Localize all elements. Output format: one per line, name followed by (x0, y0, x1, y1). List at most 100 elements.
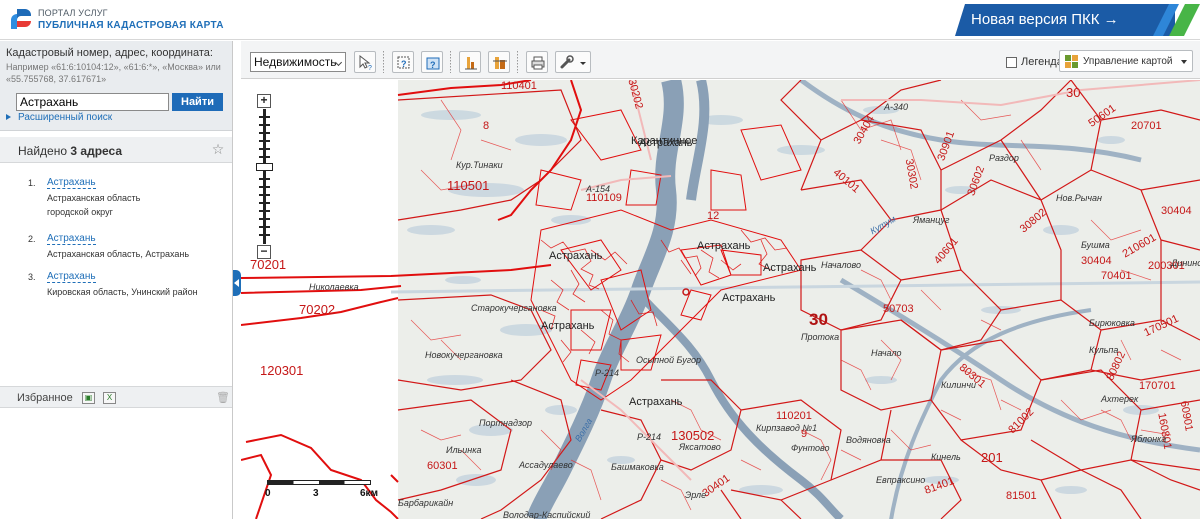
found-suffix: адреса (80, 144, 123, 158)
map-control-dropdown[interactable]: Управление картой (1059, 50, 1193, 72)
results-list: 1. Астрахань Астраханская область городс… (0, 172, 232, 304)
new-version-button[interactable]: Новая версия ПКК → (955, 4, 1200, 36)
portal-title[interactable]: ПОРТАЛ УСЛУГ (38, 8, 108, 18)
object-type-select[interactable]: Недвижимость (250, 52, 346, 72)
favorites-header: Избранное ▣ X 🗑 (0, 386, 232, 408)
place-label: Протока (801, 332, 840, 342)
scale-label: 6км (360, 488, 378, 499)
cad-label: 12 (707, 210, 720, 222)
cad-label: 70201 (250, 257, 287, 272)
select-area-button[interactable]: ? (392, 51, 414, 73)
map-control-label: Управление картой (1083, 56, 1173, 67)
object-type-value: Недвижимость (254, 55, 337, 69)
result-line: Астраханская область (47, 193, 141, 203)
road-label: А-340 (884, 102, 909, 112)
grid-icon (1065, 55, 1078, 68)
area-question-icon: ? (397, 56, 410, 69)
scale-label: 3 (313, 488, 319, 499)
place-label: Астрахань (629, 396, 683, 408)
layers-button[interactable] (488, 51, 510, 73)
search-label: Кадастровый номер, адрес, координата: (6, 47, 213, 59)
ruler-icon (465, 57, 477, 70)
header: ПОРТАЛ УСЛУГ ПУБЛИЧНАЯ КАДАСТРОВАЯ КАРТА… (0, 0, 1200, 40)
list-item[interactable]: 3. Астрахань Кировская область, Унинский… (0, 266, 232, 304)
legend-label[interactable]: Легенда (1021, 56, 1063, 68)
link-button[interactable] (555, 51, 591, 73)
cad-label: 70401 (1101, 270, 1132, 282)
cad-label: 30 (1066, 85, 1081, 100)
place-label: Николаевка (309, 282, 359, 292)
cad-label: 110201 (776, 410, 812, 422)
result-link[interactable]: Астрахань (47, 177, 96, 189)
place-label: Яксатово (679, 442, 721, 452)
place-label: Старокучергановка (471, 303, 557, 313)
cad-label: 20701 (1131, 120, 1162, 132)
trash-icon[interactable]: 🗑 (216, 391, 230, 404)
triangle-right-icon (6, 114, 11, 120)
place-label: Эрле (685, 490, 707, 500)
collapse-panel-tab[interactable] (233, 270, 241, 296)
place-label: Кульпа (1089, 345, 1119, 355)
cad-label: 30404 (1081, 255, 1112, 267)
place-label: Астрахань (549, 250, 603, 262)
import-favorites-icon[interactable]: ▣ (82, 392, 95, 404)
advanced-search-link[interactable]: Расширенный поиск (18, 112, 112, 123)
search-input[interactable] (16, 93, 169, 111)
building-question-icon: ? (426, 57, 440, 70)
search-box: Кадастровый номер, адрес, координата: На… (0, 41, 232, 131)
map-toolbar: Недвижимость ? ? ? Легенда Управление ка… (241, 41, 1200, 79)
place-label: Дининск (1171, 258, 1200, 268)
result-line: Астраханская область, Астрахань (47, 249, 190, 259)
zoom-in-button[interactable]: + (257, 94, 271, 108)
print-button[interactable] (526, 51, 548, 73)
place-label: Астрахань (697, 240, 751, 252)
scale-bar: 0 3 6км (265, 478, 378, 499)
search-button[interactable]: Найти (172, 93, 223, 111)
list-item[interactable]: 1. Астрахань Астраханская область городс… (0, 172, 232, 218)
cursor-question-icon: ? (359, 55, 372, 71)
measure-button[interactable] (459, 51, 481, 73)
place-label: Кирпзавод №1 (756, 423, 818, 433)
cad-label: 170701 (1139, 380, 1176, 392)
cad-label: 201 (981, 450, 1003, 465)
zoom-control: + − (256, 94, 273, 260)
zoom-slider-handle[interactable] (256, 163, 273, 171)
found-count: 3 (70, 144, 78, 158)
legend-checkbox[interactable] (1006, 57, 1017, 68)
pkk-title[interactable]: ПУБЛИЧНАЯ КАДАСТРОВАЯ КАРТА (38, 20, 224, 31)
cad-label: 30 (809, 310, 828, 329)
svg-text:?: ? (401, 59, 407, 69)
map-canvas[interactable]: + − 110401 130202 8 110501 110109 70201 … (241, 80, 1200, 519)
road-label: Р-214 (595, 368, 620, 378)
place-label: Яблонка (1131, 434, 1167, 444)
svg-text:?: ? (430, 60, 436, 70)
layers-icon (493, 57, 507, 69)
place-label: Бирюковка (1089, 318, 1135, 328)
place-label: Башмаковка (611, 462, 664, 472)
place-label: Фунтово (791, 443, 830, 453)
result-link[interactable]: Астрахань (47, 233, 96, 245)
result-number: 1. (28, 178, 36, 188)
place-label: Ильинка (446, 445, 482, 455)
place-label: Нов.Рычан (1056, 193, 1102, 203)
place-label: Водяновка (846, 435, 891, 445)
identify-tool-button[interactable]: ? (354, 51, 376, 73)
cad-label: 50703 (883, 303, 914, 315)
left-panel: Кадастровый номер, адрес, координата: На… (0, 41, 233, 519)
cad-label: 110401 (501, 80, 537, 92)
results-count-text: Найдено 3 адреса (18, 144, 122, 158)
star-icon[interactable]: ☆ (210, 141, 226, 157)
place-label: Новокучергановка (425, 350, 503, 360)
place-label: Осыпной Бугор (636, 355, 702, 365)
info-button[interactable]: ? (421, 51, 443, 73)
result-number: 3. (28, 272, 36, 282)
scale-label: 0 (265, 488, 271, 499)
place-label: Начало (871, 348, 902, 358)
export-excel-icon[interactable]: X (103, 392, 116, 404)
cad-label: 130502 (671, 428, 715, 443)
zoom-track[interactable] (263, 109, 266, 244)
list-item[interactable]: 2. Астрахань Астраханская область, Астра… (0, 228, 232, 266)
result-link[interactable]: Астрахань (47, 271, 96, 283)
new-version-label: Новая версия ПКК → (971, 11, 1119, 28)
cad-label: 70202 (299, 302, 336, 317)
